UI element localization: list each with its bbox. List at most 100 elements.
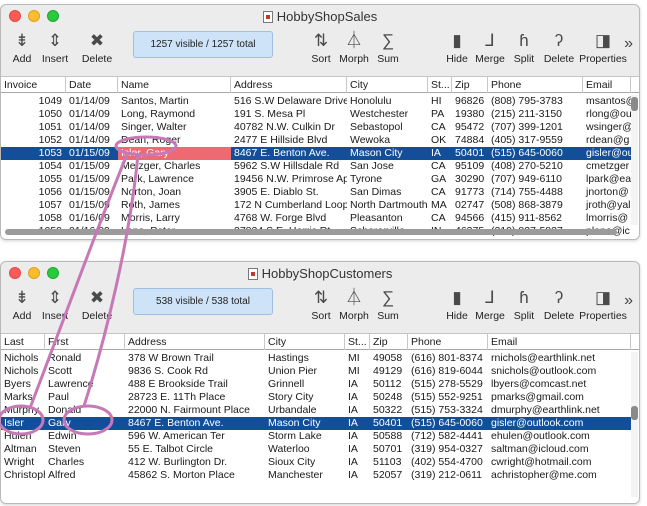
table-cell[interactable]: Ronald bbox=[45, 352, 125, 365]
table-cell[interactable]: achristopher@me.com bbox=[488, 469, 631, 482]
table-cell[interactable]: 30290 bbox=[452, 173, 488, 186]
table-cell[interactable]: 01/15/09 bbox=[66, 160, 118, 173]
table-cell[interactable]: 50701 bbox=[370, 443, 408, 456]
table-cell[interactable]: Alfred bbox=[45, 469, 125, 482]
column-header[interactable]: City bbox=[347, 77, 428, 93]
table-cell[interactable]: Singer, Walter bbox=[118, 121, 231, 134]
hide-button[interactable]: ▮ Hide bbox=[443, 287, 471, 322]
table-cell[interactable]: (808) 795-3783 bbox=[488, 95, 583, 108]
table-row[interactable]: Byers Lawrence 488 E Brookside Trail Grinne… bbox=[1, 378, 631, 391]
table-cell[interactable]: (712) 582-4441 bbox=[408, 430, 488, 443]
horizontal-scrollbar[interactable] bbox=[5, 229, 617, 235]
morph-button[interactable]: ⏃ Morph bbox=[335, 30, 373, 65]
table-row[interactable]: Nichols Ronald 378 W Brown Trail Hastings MI… bbox=[1, 352, 631, 365]
table-cell[interactable]: Mason City bbox=[265, 417, 345, 430]
table-cell[interactable]: 2477 E Hillside Blvd bbox=[231, 134, 347, 147]
table-cell[interactable]: 596 W. American Ter bbox=[125, 430, 265, 443]
table-cell[interactable]: 5962 S.W Hillsdale Rd bbox=[231, 160, 347, 173]
table-cell[interactable]: North Dartmouth bbox=[347, 199, 428, 212]
table-cell[interactable]: (515) 278-5529 bbox=[408, 378, 488, 391]
table-cell[interactable]: (616) 819-6044 bbox=[408, 365, 488, 378]
table-cell[interactable]: Honolulu bbox=[347, 95, 428, 108]
vertical-scrollbar[interactable] bbox=[631, 95, 638, 225]
table-cell[interactable]: 49129 bbox=[370, 365, 408, 378]
table-cell[interactable]: IA bbox=[428, 147, 452, 160]
table-cell[interactable]: 50401 bbox=[370, 417, 408, 430]
column-header[interactable]: St... bbox=[428, 77, 452, 93]
table-cell[interactable]: 19380 bbox=[452, 108, 488, 121]
column-header[interactable]: St... bbox=[345, 334, 370, 350]
table-cell[interactable]: 01/14/09 bbox=[66, 121, 118, 134]
table-cell[interactable]: lmorris@ bbox=[583, 212, 631, 225]
table-cell[interactable]: 1049 bbox=[1, 95, 66, 108]
table-row[interactable]: 1054 01/15/09 Metzger, Charles 5962 S.W Hil… bbox=[1, 160, 631, 173]
column-header[interactable]: Address bbox=[125, 334, 265, 350]
table-cell[interactable]: (405) 317-9559 bbox=[488, 134, 583, 147]
table-cell[interactable]: 50248 bbox=[370, 391, 408, 404]
table-cell[interactable]: Dean, Roger bbox=[118, 134, 231, 147]
vertical-scrollbar[interactable] bbox=[631, 352, 638, 497]
properties-button[interactable]: ◨ Properties bbox=[578, 287, 628, 322]
table-cell[interactable]: 1055 bbox=[1, 173, 66, 186]
table-cell[interactable]: Lawrence bbox=[45, 378, 125, 391]
table-cell[interactable]: Long, Raymond bbox=[118, 108, 231, 121]
table-cell[interactable]: jroth@yal bbox=[583, 199, 631, 212]
table-cell[interactable]: 49058 bbox=[370, 352, 408, 365]
table-cell[interactable]: 9836 S. Cook Rd bbox=[125, 365, 265, 378]
sum-button[interactable]: ∑ Sum bbox=[373, 30, 403, 65]
table-cell[interactable]: Sebastopol bbox=[347, 121, 428, 134]
split-button[interactable]: ɦ Split bbox=[509, 287, 539, 322]
table-cell[interactable]: Norton, Joan bbox=[118, 186, 231, 199]
hide-button[interactable]: ▮ Hide bbox=[443, 30, 471, 65]
table-cell[interactable]: IA bbox=[345, 417, 370, 430]
delete-record-button[interactable]: ✖ Delete bbox=[77, 287, 117, 322]
table-row[interactable]: Hulen Edwin 596 W. American Ter Storm Lake I… bbox=[1, 430, 631, 443]
table-cell[interactable]: GA bbox=[428, 173, 452, 186]
table-cell[interactable]: Waterloo bbox=[265, 443, 345, 456]
table-row[interactable]: 1049 01/14/09 Santos, Martin 516 S.W Delawa… bbox=[1, 95, 631, 108]
table-cell[interactable]: Donald bbox=[45, 404, 125, 417]
table-cell[interactable]: 3905 E. Diablo St. bbox=[231, 186, 347, 199]
table-cell[interactable]: Westchester bbox=[347, 108, 428, 121]
table-cell[interactable]: Story City bbox=[265, 391, 345, 404]
column-header[interactable]: Email bbox=[488, 334, 631, 350]
table-cell[interactable]: ehulen@outlook.com bbox=[488, 430, 631, 443]
table-row[interactable]: 1057 01/15/09 Roth, James 172 N Cumberland … bbox=[1, 199, 631, 212]
table-cell[interactable]: IA bbox=[345, 378, 370, 391]
table-cell[interactable]: 40782 N.W. Culkin Dr bbox=[231, 121, 347, 134]
table-cell[interactable]: (402) 554-4700 bbox=[408, 456, 488, 469]
table-cell[interactable]: rdean@g bbox=[583, 134, 631, 147]
table-cell[interactable]: 94566 bbox=[452, 212, 488, 225]
table-cell[interactable]: CA bbox=[428, 186, 452, 199]
table-cell[interactable]: (508) 868-3879 bbox=[488, 199, 583, 212]
table-cell[interactable]: Sioux City bbox=[265, 456, 345, 469]
table-row[interactable]: Wright Charles 412 W. Burlington Dr. Sioux … bbox=[1, 456, 631, 469]
table-cell[interactable]: (707) 949-6110 bbox=[488, 173, 583, 186]
table-cell[interactable]: (515) 552-9251 bbox=[408, 391, 488, 404]
table-row[interactable]: 1051 01/14/09 Singer, Walter 40782 N.W. Cul… bbox=[1, 121, 631, 134]
delete-field-button[interactable]: ʔ Delete bbox=[541, 30, 577, 65]
table-cell[interactable]: Morris, Larry bbox=[118, 212, 231, 225]
table-cell[interactable]: (707) 399-1201 bbox=[488, 121, 583, 134]
table-cell[interactable]: wsinger@ bbox=[583, 121, 631, 134]
table-cell[interactable]: Isler, Gary bbox=[118, 147, 231, 160]
table-cell[interactable]: MA bbox=[428, 199, 452, 212]
table-cell[interactable]: cwright@hotmail.com bbox=[488, 456, 631, 469]
table-cell[interactable]: 55 E. Talbot Circle bbox=[125, 443, 265, 456]
table-cell[interactable]: Storm Lake bbox=[265, 430, 345, 443]
table-cell[interactable]: Gary bbox=[45, 417, 125, 430]
add-button[interactable]: ⇟ Add bbox=[9, 30, 35, 65]
scroll-thumb[interactable] bbox=[631, 97, 638, 111]
table-cell[interactable]: IA bbox=[345, 391, 370, 404]
table-cell[interactable]: Paul bbox=[45, 391, 125, 404]
table-cell[interactable]: (215) 211-3150 bbox=[488, 108, 583, 121]
table-cell[interactable]: gisler@ou bbox=[583, 147, 631, 160]
table-cell[interactable]: HI bbox=[428, 95, 452, 108]
table-cell[interactable]: CA bbox=[428, 212, 452, 225]
table-cell[interactable]: (714) 755-4488 bbox=[488, 186, 583, 199]
table-cell[interactable]: 1050 bbox=[1, 108, 66, 121]
table-cell[interactable]: 01/15/09 bbox=[66, 147, 118, 160]
insert-button[interactable]: ⇕ Insert bbox=[35, 287, 75, 322]
table-cell[interactable]: Wewoka bbox=[347, 134, 428, 147]
table-cell[interactable]: Steven bbox=[45, 443, 125, 456]
